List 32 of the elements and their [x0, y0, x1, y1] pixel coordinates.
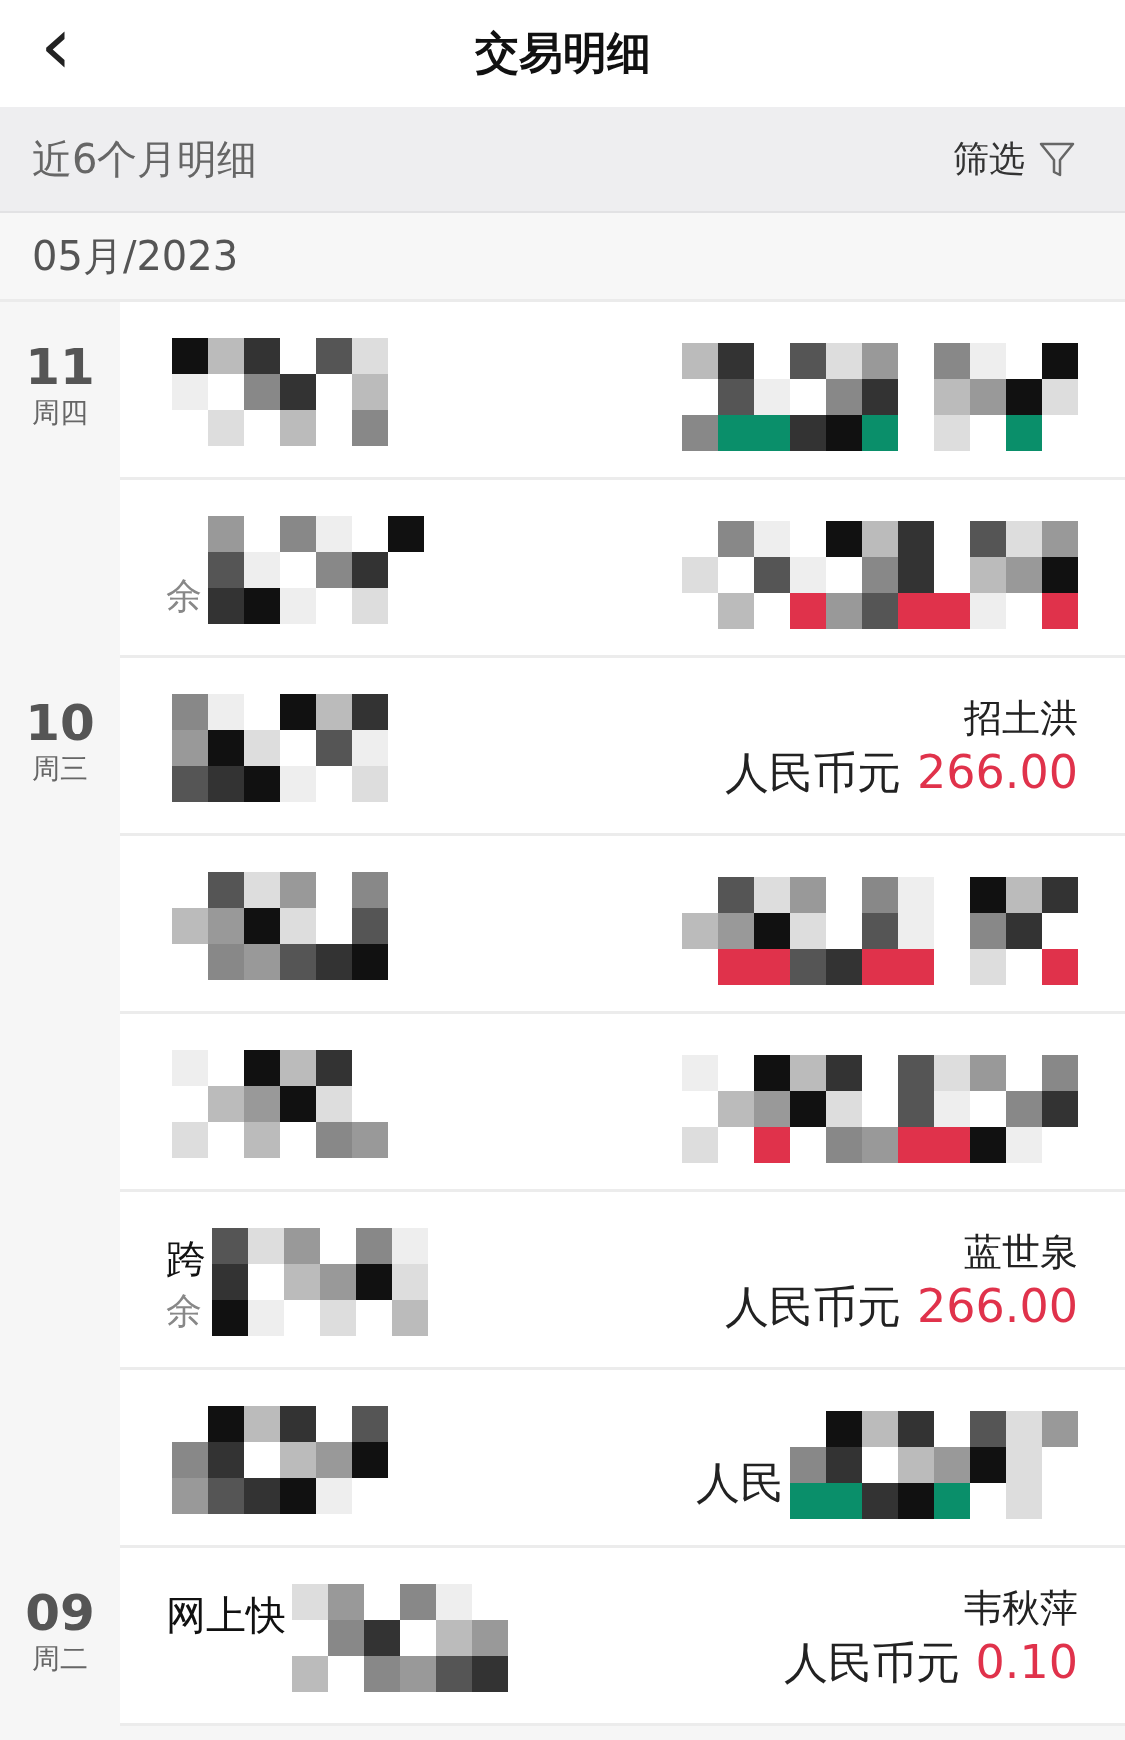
payee-name: 蓝世泉: [964, 1229, 1078, 1276]
amount: 266.00: [917, 745, 1078, 799]
transaction-row[interactable]: 人民: [120, 1370, 1125, 1548]
payee-name: 招土洪: [964, 695, 1078, 742]
filter-button[interactable]: 筛选: [953, 134, 1077, 184]
currency-label: 人民币元: [725, 1280, 902, 1334]
payee-name: 韦秋萍: [964, 1585, 1078, 1632]
page-title: 交易明细: [474, 26, 651, 80]
day-number: 10: [25, 696, 95, 750]
transaction-row[interactable]: [120, 836, 1125, 1014]
transaction-type: 网上快: [166, 1591, 286, 1640]
period-label: 近6个月明细: [32, 134, 258, 184]
currency-label: 人民币元: [725, 746, 902, 800]
weekday-label: 周三: [32, 751, 88, 787]
transaction-row[interactable]: 网上快 韦秋萍 人民币元 0.10: [120, 1548, 1125, 1726]
balance-label: 余: [166, 1289, 203, 1333]
weekday-label: 周二: [32, 1641, 88, 1677]
currency-label: 人民: [696, 1456, 784, 1510]
transaction-row[interactable]: [120, 302, 1125, 480]
balance-label: 余: [166, 574, 202, 618]
back-icon[interactable]: ‹: [40, 6, 72, 86]
transaction-type: 跨: [166, 1235, 206, 1284]
currency-label: 人民币元: [783, 1636, 960, 1690]
amount: 0.10: [975, 1635, 1078, 1689]
transaction-row[interactable]: 招土洪 人民币元 266.00: [120, 658, 1125, 836]
transaction-row[interactable]: 余: [120, 480, 1125, 658]
transaction-row[interactable]: [120, 1014, 1125, 1192]
day-number: 11: [25, 340, 95, 394]
transaction-row[interactable]: 跨 余 蓝世泉 人民币元 266.00: [120, 1192, 1125, 1370]
day-number: 09: [25, 1586, 95, 1640]
weekday-label: 周四: [32, 395, 88, 431]
amount: 266.00: [917, 1279, 1078, 1333]
